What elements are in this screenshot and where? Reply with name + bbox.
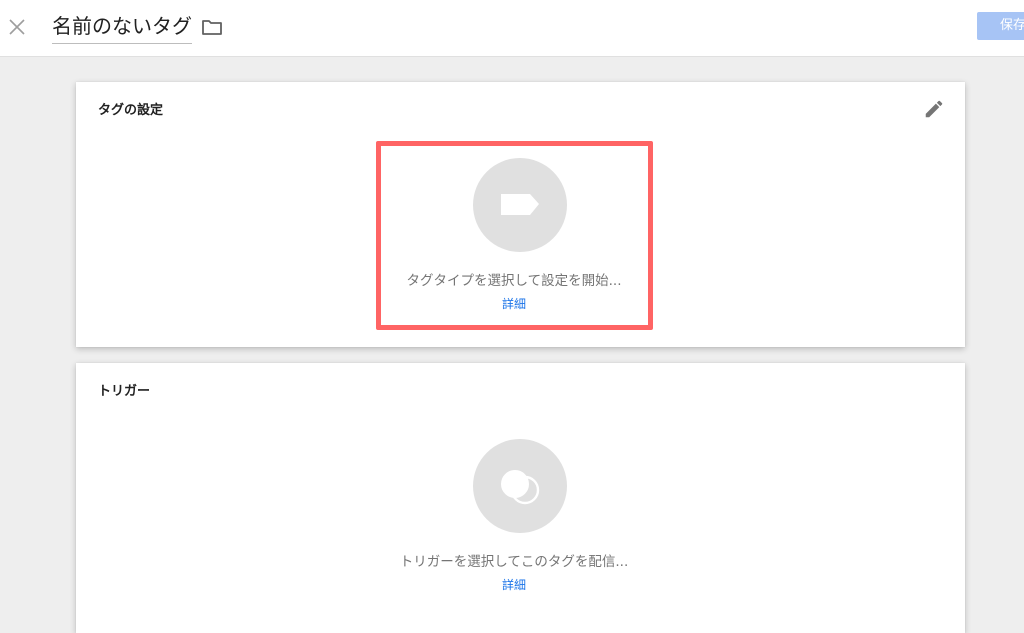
top-bar: 名前のないタグ 保存: [0, 0, 1024, 57]
trigger-card: トリガー トリガーを選択してこのタグを配信... 詳細: [76, 363, 965, 633]
folder-icon[interactable]: [200, 16, 224, 38]
highlight-box: [376, 141, 653, 330]
save-button[interactable]: 保存: [977, 12, 1024, 40]
trigger-circles-icon: [473, 439, 567, 533]
pencil-icon[interactable]: [923, 98, 945, 120]
tag-config-title: タグの設定: [98, 103, 164, 118]
trigger-details-link[interactable]: 詳細: [376, 576, 652, 593]
trigger-title: トリガー: [98, 384, 151, 399]
close-icon[interactable]: [6, 16, 28, 38]
tag-name-title[interactable]: 名前のないタグ: [52, 12, 192, 44]
trigger-prompt: トリガーを選択してこのタグを配信...: [399, 554, 629, 570]
trigger-selector[interactable]: トリガーを選択してこのタグを配信... 詳細: [376, 423, 652, 598]
